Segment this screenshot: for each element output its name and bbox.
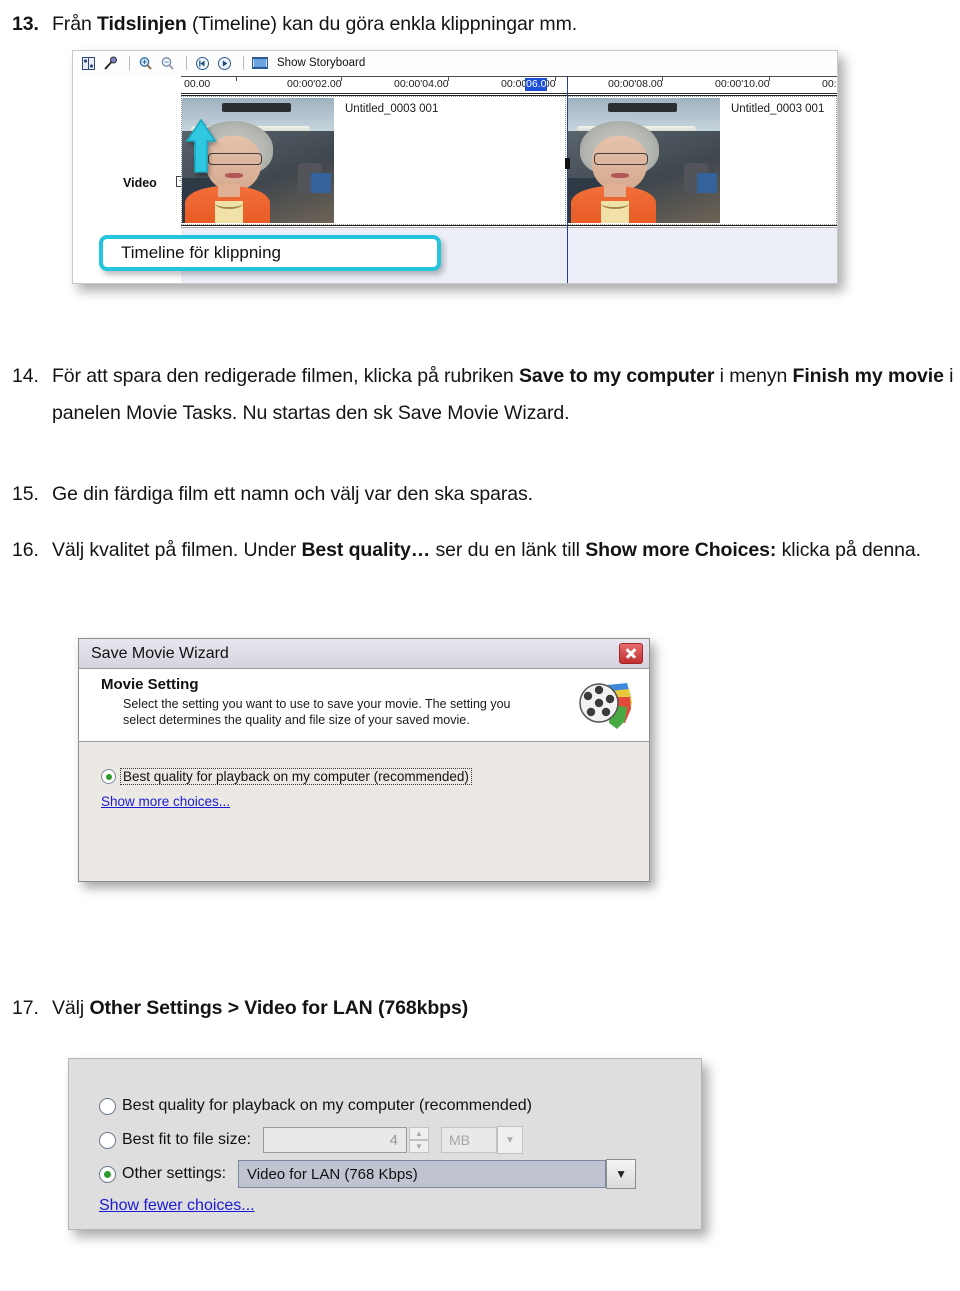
toolbar-divider [129, 56, 130, 70]
callout-text: Timeline för klippning [121, 243, 281, 262]
step-text: Välj kvalitet på filmen. Under Best qual… [52, 532, 956, 569]
step-number: 16. [12, 539, 39, 561]
other-settings-select[interactable]: Video for LAN (768 Kbps) [238, 1160, 607, 1188]
playhead-time-badge: 06.0 [525, 78, 548, 91]
clip-name: Untitled_0003 001 [731, 103, 825, 115]
best-fit-label[interactable]: Best fit to file size: [122, 1131, 251, 1149]
step-number: 17. [12, 997, 39, 1019]
plain-text: Från [52, 13, 98, 35]
option-row-other-settings[interactable]: Other settings: Video for LAN (768 Kbps)… [99, 1157, 701, 1191]
instruction-step-15: 15. Ge din färdiga film ett namn och väl… [12, 476, 956, 513]
storyboard-icon[interactable] [250, 55, 269, 72]
step-text: För att spara den redigerade filmen, kli… [52, 358, 956, 432]
timeline-clip[interactable]: Untitled_0003 001 [181, 96, 566, 225]
chevron-up-icon[interactable]: ▲ [408, 1127, 429, 1140]
best-quality-option-row[interactable]: Best quality for playback on my computer… [101, 768, 649, 785]
movie-settings-options-dialog: Best quality for playback on my computer… [68, 1058, 702, 1230]
plain-text: (Timeline) kan du göra enkla klippningar… [186, 13, 578, 35]
emphasis-text: Best quality… [301, 539, 431, 561]
ruler-tick: 00.00 [184, 78, 211, 90]
dialog-header: Movie Setting Select the setting you wan… [79, 669, 649, 742]
plain-text: ser du en länk till [430, 539, 586, 561]
cyan-up-arrow-icon [185, 118, 217, 173]
show-storyboard-label[interactable]: Show Storyboard [277, 57, 365, 69]
best-quality-radio[interactable] [99, 1097, 116, 1115]
toolbar-divider-2 [186, 56, 187, 70]
zoom-in-icon[interactable] [136, 55, 155, 72]
plain-text: Välj kvalitet på filmen. Under [52, 539, 302, 561]
option-row-best-quality[interactable]: Best quality for playback on my computer… [99, 1089, 701, 1123]
emphasis-text: Show more Choices: [585, 539, 777, 561]
microphone-icon[interactable] [101, 55, 120, 72]
instruction-step-17: 17. Välj Other Settings > Video for LAN … [12, 990, 956, 1027]
best-quality-radio[interactable] [101, 769, 116, 784]
clip-thumbnail [568, 98, 720, 223]
step-text: Ge din färdiga film ett namn och välj va… [52, 476, 956, 513]
close-icon[interactable] [619, 643, 643, 664]
best-quality-label[interactable]: Best quality for playback on my computer… [120, 768, 472, 785]
step-number: 15. [12, 483, 39, 505]
file-size-unit-select[interactable]: MB [440, 1127, 497, 1153]
dialog-body: Best quality for playback on my computer… [79, 742, 649, 811]
best-quality-label[interactable]: Best quality for playback on my computer… [122, 1097, 532, 1115]
dialog-title: Save Movie Wizard [91, 644, 229, 662]
playhead[interactable] [565, 76, 570, 283]
instruction-step-16: 16. Välj kvalitet på filmen. Under Best … [12, 532, 956, 569]
step-number: 13. [12, 13, 39, 35]
plain-text: i menyn [714, 365, 793, 387]
toolbar-divider-3 [243, 56, 244, 70]
play-icon[interactable] [215, 55, 234, 72]
dialog-description: Select the setting you want to use to sa… [123, 697, 511, 727]
chevron-down-icon[interactable]: ▼ [408, 1140, 429, 1153]
timeline-toolbar: Show Storyboard [73, 51, 837, 75]
dialog-title-bar: Save Movie Wizard [79, 639, 649, 669]
other-settings-radio[interactable] [99, 1165, 116, 1183]
emphasis-text: Finish my movie [792, 365, 944, 387]
instruction-step-13: 13. Från Tidslinjen (Timeline) kan du gö… [12, 6, 942, 43]
option-row-best-fit[interactable]: Best fit to file size: 4 ▲ ▼ MB ▼ [99, 1123, 701, 1157]
ruler-tick: 00:00'12.00 [822, 78, 837, 90]
save-movie-wizard-dialog: Save Movie Wizard Movie Setting Select t… [78, 638, 650, 882]
timeline-ruler[interactable]: 00.00 00:00'02.00 00:00'04.00 00:00'06.0… [181, 76, 837, 94]
unit-chevron-down-icon[interactable]: ▼ [496, 1126, 523, 1154]
plain-text: Ge din färdiga film ett namn och välj va… [52, 483, 533, 505]
video-track[interactable]: Untitled_0003 001 Untitled_0003 001 [181, 95, 837, 226]
show-fewer-choices-link[interactable]: Show fewer choices... [99, 1197, 255, 1215]
step-text: Från Tidslinjen (Timeline) kan du göra e… [52, 6, 942, 43]
other-settings-label[interactable]: Other settings: [122, 1165, 226, 1183]
dialog-heading: Movie Setting [101, 676, 199, 693]
zoom-out-icon[interactable] [158, 55, 177, 72]
plain-text: Välj [52, 997, 90, 1019]
show-more-choices-link[interactable]: Show more choices... [101, 794, 230, 809]
plain-text: För att spara den redigerade filmen, kli… [52, 365, 519, 387]
ruler-tick: 00:00'08.00 [608, 78, 663, 90]
rewind-icon[interactable] [193, 55, 212, 72]
ruler-tick: 00:00'10.00 [715, 78, 770, 90]
file-size-input[interactable]: 4 [262, 1127, 407, 1153]
step-text: Välj Other Settings > Video for LAN (768… [52, 990, 956, 1027]
emphasis-text: Other Settings > Video for LAN (768kbps) [89, 997, 469, 1019]
playhead-handle[interactable] [565, 158, 570, 169]
emphasis-text: Tidslinjen [97, 13, 187, 35]
instruction-step-14: 14. För att spara den redigerade filmen,… [12, 358, 956, 432]
ruler-tick: 00:00'02.00 [287, 78, 342, 90]
emphasis-text: Save to my computer [518, 365, 715, 387]
split-clip-icon[interactable] [79, 55, 98, 72]
plain-text: klicka på denna. [776, 539, 921, 561]
best-fit-radio[interactable] [99, 1131, 116, 1149]
ruler-tick: 00:00'04.00 [394, 78, 449, 90]
timeline-clip[interactable]: Untitled_0003 001 [567, 96, 837, 225]
video-track-label: Video [123, 176, 157, 190]
chevron-down-icon[interactable]: ▼ [606, 1159, 637, 1189]
timeline-callout: Timeline för klippning [99, 235, 441, 271]
movie-maker-filmreel-icon [577, 677, 635, 733]
step-number: 14. [12, 365, 39, 387]
clip-name: Untitled_0003 001 [345, 103, 439, 115]
file-size-stepper[interactable]: ▲ ▼ [408, 1127, 429, 1153]
